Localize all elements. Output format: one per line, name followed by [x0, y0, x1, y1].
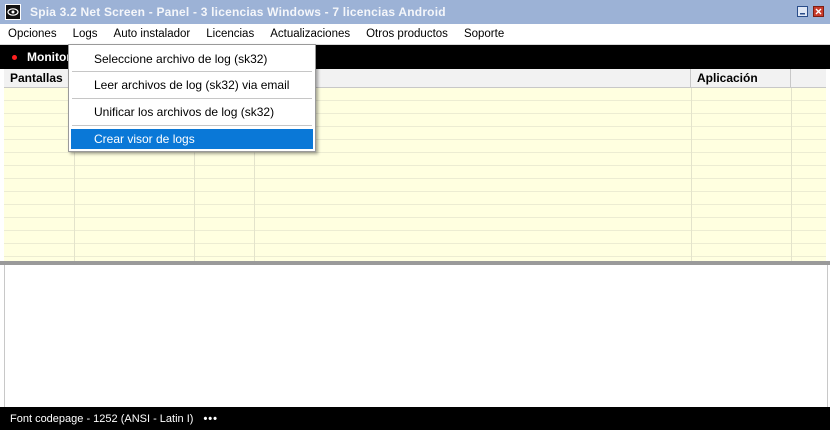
column-header-pantallas[interactable]: Pantallas	[4, 69, 74, 87]
menu-item-unificar-archivos[interactable]: Unificar los archivos de log (sk32)	[71, 102, 313, 122]
column-header-4[interactable]	[254, 69, 691, 87]
menu-bar: Opciones Logs Auto instalador Licencias …	[0, 24, 830, 45]
menu-auto-instalador[interactable]: Auto instalador	[106, 24, 199, 44]
status-text: Font codepage - 1252 (ANSI - Latin I)	[10, 412, 194, 425]
status-dot-icon	[12, 54, 17, 60]
status-bar: Font codepage - 1252 (ANSI - Latin I) ••…	[0, 407, 830, 430]
menu-logs[interactable]: Logs	[64, 24, 106, 44]
grid-divider	[791, 88, 792, 261]
menu-item-crear-visor[interactable]: Crear visor de logs	[71, 129, 313, 149]
grid-divider	[691, 88, 692, 261]
menu-item-leer-archivos-email[interactable]: Leer archivos de log (sk32) via email	[71, 75, 313, 95]
title-bar: Spia 3.2 Net Screen - Panel - 3 licencia…	[0, 0, 830, 24]
menu-opciones[interactable]: Opciones	[0, 24, 65, 44]
window-title: Spia 3.2 Net Screen - Panel - 3 licencia…	[30, 5, 446, 19]
menu-separator	[72, 71, 312, 72]
menu-actualizaciones[interactable]: Actualizaciones	[262, 24, 358, 44]
tab-monitor-label: Monitor	[27, 50, 71, 64]
detail-panel[interactable]	[4, 265, 828, 407]
menu-otros-productos[interactable]: Otros productos	[358, 24, 456, 44]
more-options-button[interactable]: •••	[203, 413, 218, 425]
menu-soporte[interactable]: Soporte	[456, 24, 512, 44]
column-header-aplicacion[interactable]: Aplicación	[691, 69, 791, 87]
close-icon[interactable]	[813, 6, 824, 17]
column-header-6[interactable]	[791, 69, 826, 87]
tab-monitor[interactable]: Monitor	[12, 50, 71, 64]
menu-separator	[72, 98, 312, 99]
menu-licencias[interactable]: Licencias	[198, 24, 262, 44]
eye-logo-icon[interactable]	[5, 4, 21, 20]
logs-dropdown-menu: Seleccione archivo de log (sk32) Leer ar…	[68, 44, 316, 152]
minimize-icon[interactable]	[797, 6, 808, 17]
menu-separator	[72, 125, 312, 126]
menu-item-seleccione-archivo[interactable]: Seleccione archivo de log (sk32)	[71, 49, 313, 69]
